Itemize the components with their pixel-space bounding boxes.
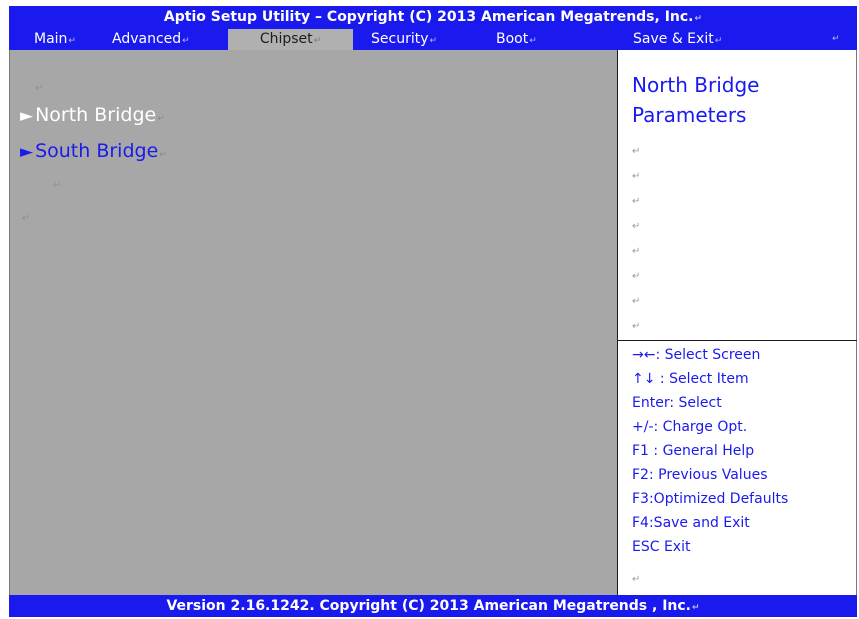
paragraph-mark-icon: ↵ [159, 150, 167, 160]
triangle-right-icon: ► [20, 142, 34, 162]
paragraph-mark-icon: ↵ [429, 36, 438, 46]
bios-window: Aptio Setup Utility – Copyright (C) 2013… [9, 6, 857, 617]
menu-tab-boot[interactable]: Boot↵ [496, 29, 537, 50]
key-hint-change-opt: +/-: Charge Opt. [632, 419, 748, 435]
menu-tab-security-label: Security [371, 31, 429, 47]
paragraph-mark-icon: ↵ [632, 271, 641, 282]
paragraph-mark-icon: ↵ [632, 171, 641, 182]
paragraph-mark-icon: ↵ [632, 296, 641, 307]
paragraph-mark-icon: ↵ [632, 321, 641, 332]
menu-item-south-bridge[interactable]: ► South Bridge↵ [20, 140, 167, 162]
menu-tab-save-exit-label: Save & Exit [633, 31, 714, 47]
paragraph-mark-icon: ↵ [832, 34, 840, 44]
footer-bar: Version 2.16.1242. Copyright (C) 2013 Am… [9, 595, 857, 617]
menu-tab-security[interactable]: Security↵ [371, 29, 437, 50]
paragraph-mark-icon: ↵ [632, 196, 641, 207]
paragraph-mark-icon: ↵ [714, 36, 723, 46]
help-divider [618, 340, 857, 341]
paragraph-mark-icon: ↵ [529, 36, 537, 46]
paragraph-mark-icon: ↵ [632, 574, 641, 585]
menu-bar: Main↵ Advanced↵ Chipset↵ Security↵ Boot↵… [9, 29, 857, 50]
help-title: North Bridge Parameters [632, 73, 760, 127]
key-hint-f1: F1 : General Help [632, 443, 755, 459]
triangle-right-icon: ► [20, 106, 34, 126]
menu-tab-advanced-label: Advanced [112, 31, 182, 47]
key-hint-esc: ESC Exit [632, 539, 691, 555]
menu-tab-save-exit[interactable]: Save & Exit↵ [633, 29, 722, 50]
main-panel: ↵ ► North Bridge↵ ► South Bridge↵ ↵ ↵ [9, 50, 618, 595]
paragraph-mark-icon: ↵ [632, 221, 641, 232]
paragraph-mark-icon: ↵ [632, 246, 641, 257]
footer-text: Version 2.16.1242. Copyright (C) 2013 Am… [166, 598, 691, 614]
key-hint-f4: F4:Save and Exit [632, 515, 750, 531]
menu-item-label: North Bridge [35, 104, 157, 126]
paragraph-mark-icon: ↵ [694, 14, 703, 24]
paragraph-mark-icon: ↵ [157, 114, 165, 124]
key-hint-select-screen: →←: Select Screen [632, 347, 761, 363]
key-legend: →←: Select Screen ↑↓ : Select Item Enter… [632, 343, 788, 559]
menu-tab-main[interactable]: Main↵ [34, 29, 76, 50]
paragraph-mark-icon: ↵ [22, 213, 31, 224]
key-hint-f3: F3:Optimized Defaults [632, 491, 789, 507]
title-text: Aptio Setup Utility – Copyright (C) 2013… [163, 9, 694, 25]
paragraph-mark-icon: ↵ [68, 36, 76, 46]
paragraph-mark-icon: ↵ [692, 603, 700, 613]
menu-tab-chipset[interactable]: Chipset↵ [228, 29, 353, 50]
paragraph-mark-icon: ↵ [182, 36, 190, 46]
paragraph-mark-icon: ↵ [313, 36, 322, 46]
menu-item-north-bridge[interactable]: ► North Bridge↵ [20, 104, 165, 126]
key-hint-f2: F2: Previous Values [632, 467, 768, 483]
title-bar: Aptio Setup Utility – Copyright (C) 2013… [9, 6, 857, 29]
menu-tab-advanced[interactable]: Advanced↵ [112, 29, 190, 50]
menu-tab-main-label: Main [34, 31, 68, 47]
key-hint-select-item: ↑↓ : Select Item [632, 371, 749, 387]
paragraph-mark-icon: ↵ [53, 180, 62, 191]
key-hint-enter: Enter: Select [632, 395, 722, 411]
menu-tab-boot-label: Boot [496, 31, 529, 47]
help-panel: North Bridge Parameters ↵ ↵ ↵ ↵ ↵ ↵ ↵ ↵ … [618, 50, 857, 595]
menu-item-label: South Bridge [35, 140, 159, 162]
paragraph-mark-icon: ↵ [35, 83, 44, 94]
paragraph-mark-icon: ↵ [632, 146, 641, 157]
menu-tab-chipset-label: Chipset [259, 31, 313, 47]
